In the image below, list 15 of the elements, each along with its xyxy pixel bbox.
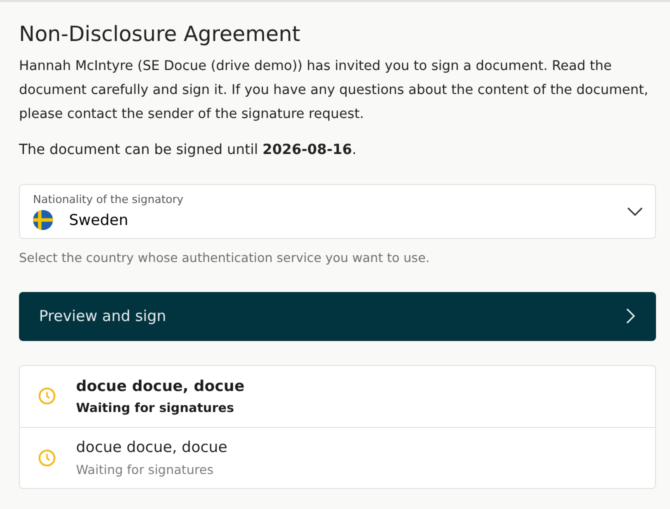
clock-icon [38, 387, 56, 406]
signer-status: Waiting for signatures [76, 460, 214, 479]
page-title: Non-Disclosure Agreement [19, 22, 302, 48]
clock-icon [38, 448, 56, 467]
signer-status: Waiting for signatures [76, 399, 236, 418]
chevron-down-icon [627, 206, 643, 217]
deadline-text: The document can be signed until 2026-08-16. [19, 141, 358, 160]
preview-sign-button[interactable]: Preview and sign [19, 292, 656, 341]
signer-name: docue docue, docue [76, 376, 245, 397]
chevron-right-icon [626, 308, 636, 324]
nationality-select[interactable]: Nationality of the signatory Sweden [19, 184, 656, 240]
flag-icon [33, 210, 53, 230]
intro-paragraph: Hannah McIntyre (SE Docue (drive demo)) has invited you to sign a document. Read the document carefully and sign it. If you have any questions about the content of the document, please contact the sender of the signature request. [19, 58, 650, 124]
signer-name: docue docue, docue [76, 437, 228, 458]
help-text: Select the country whose authentication service you want to use. [19, 249, 431, 268]
